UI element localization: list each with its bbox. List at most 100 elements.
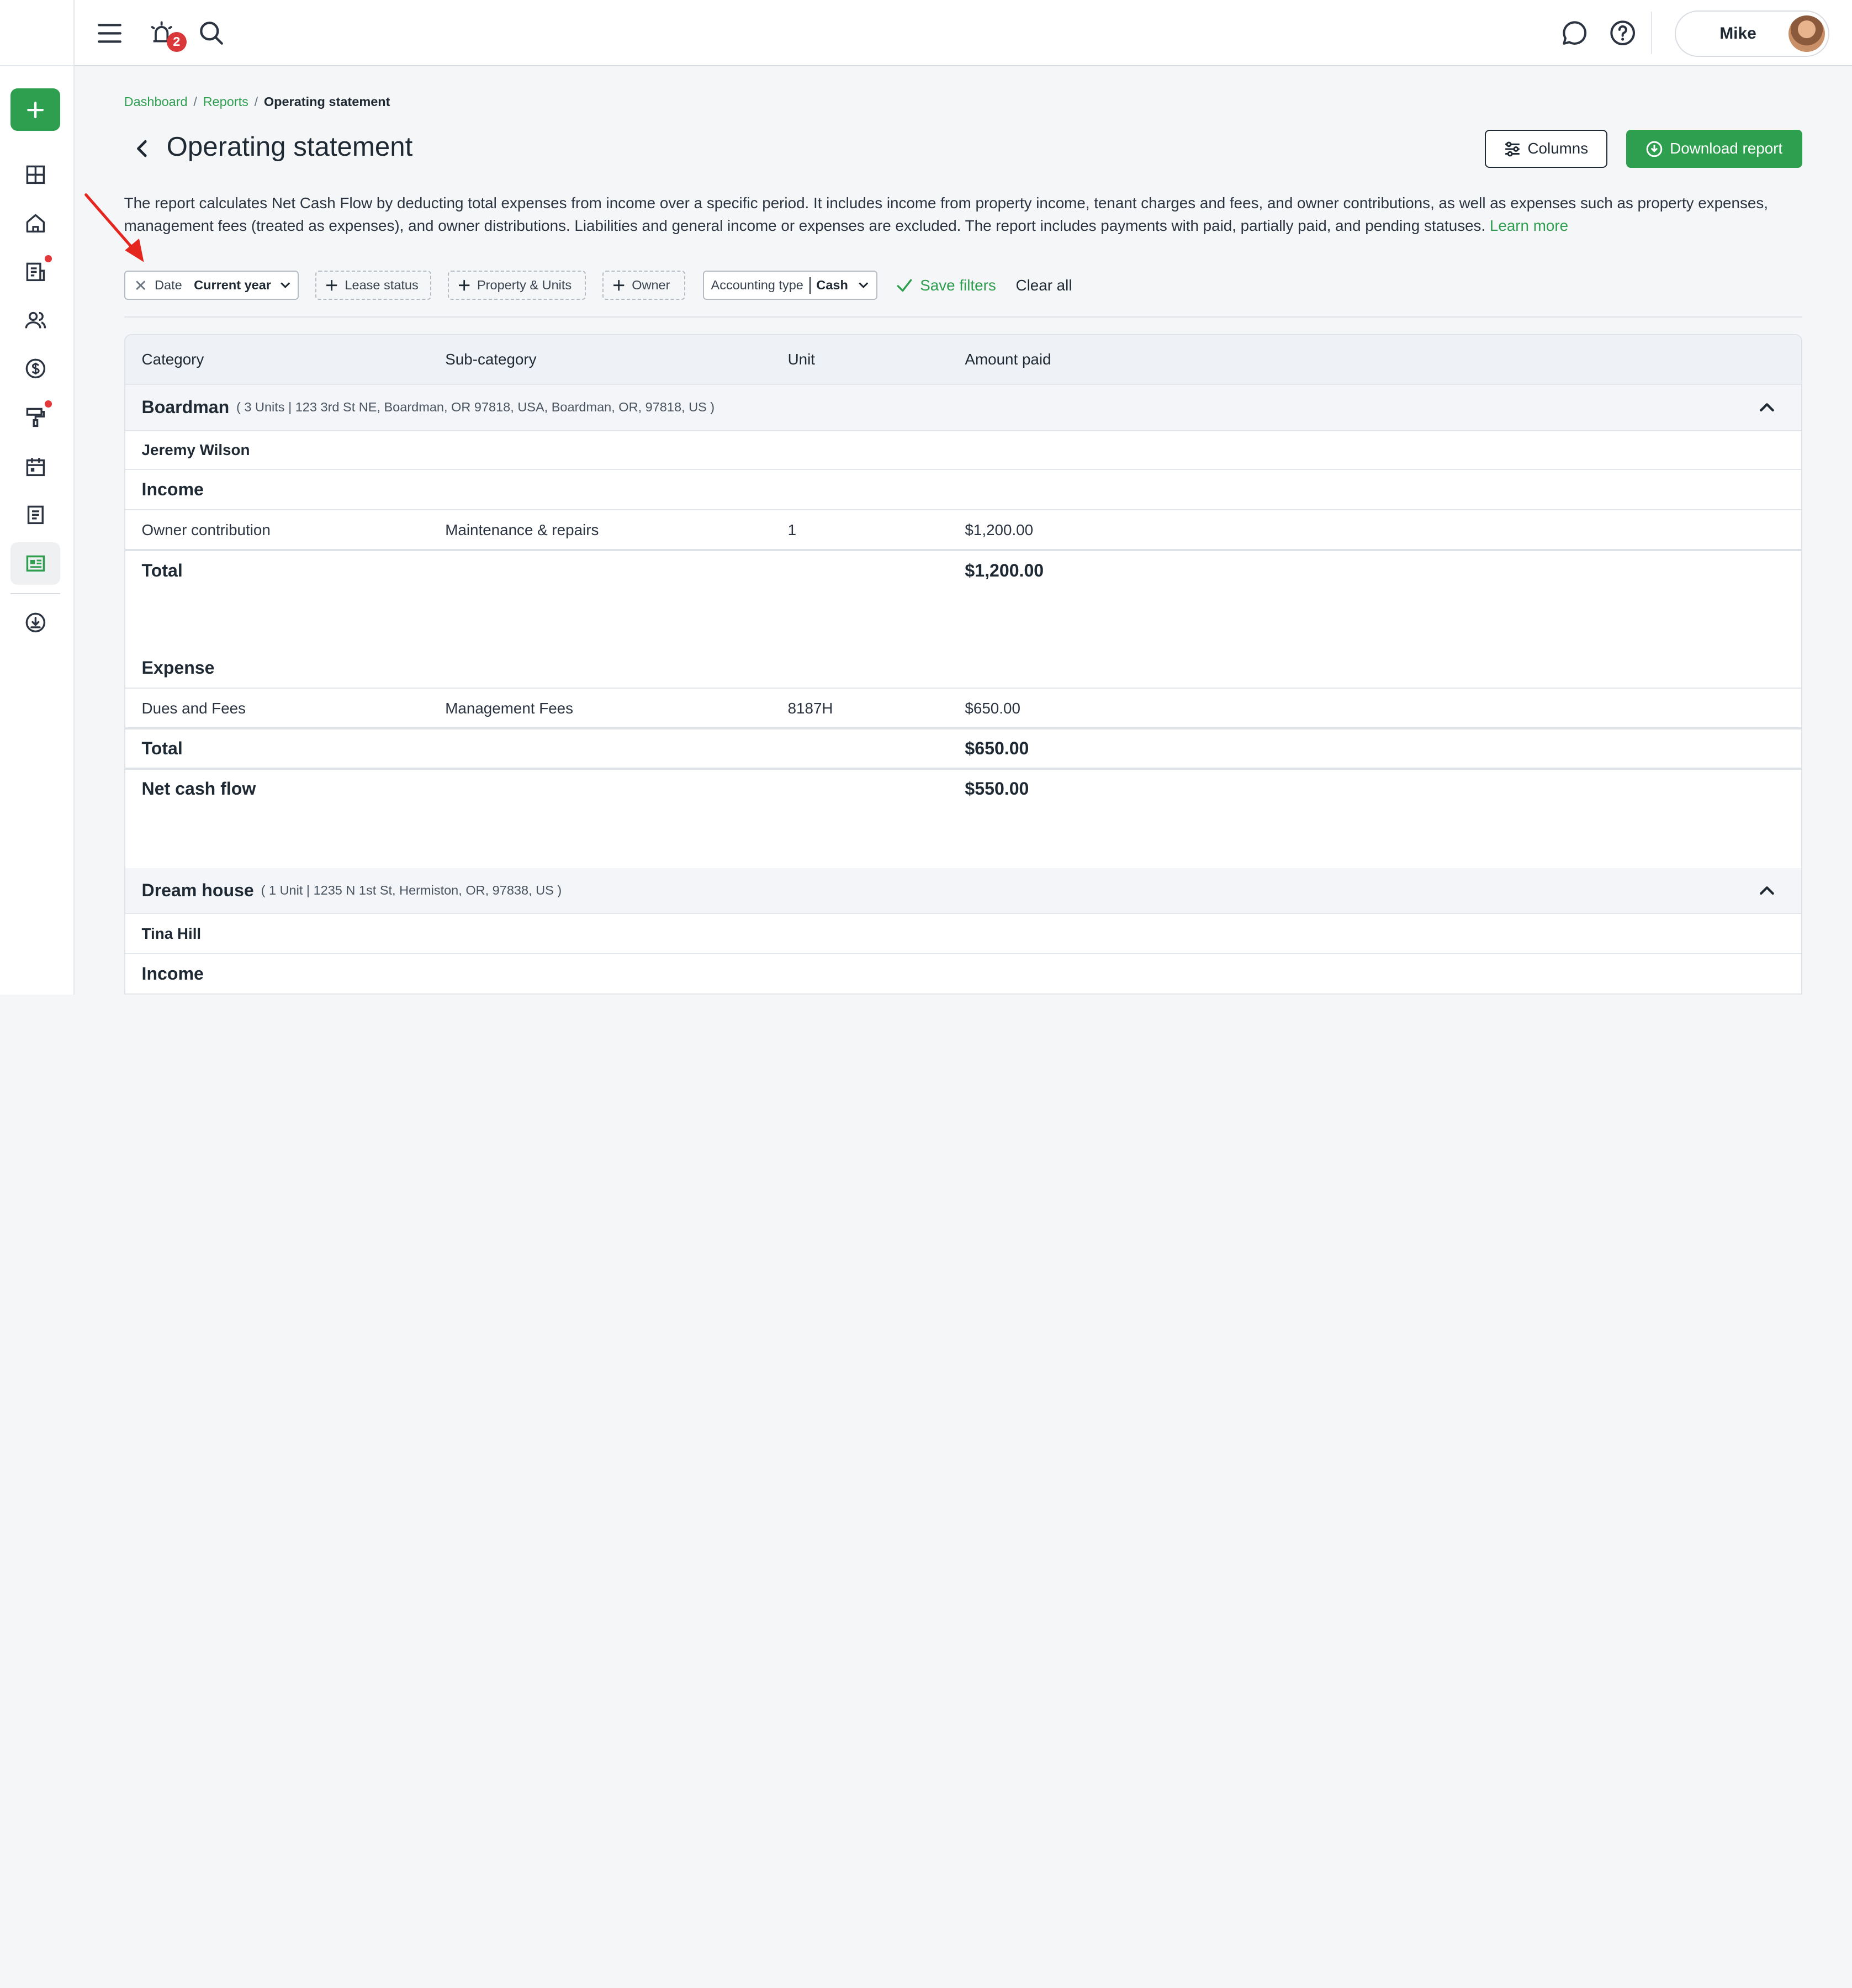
owner-filter-button[interactable]: Owner: [602, 270, 685, 300]
lease-status-filter-button[interactable]: Lease status: [315, 270, 431, 300]
total-label: Total: [141, 738, 183, 759]
add-new-button[interactable]: [10, 88, 61, 131]
columns-button[interactable]: Columns: [1484, 130, 1608, 168]
total-amount: $1,200.00: [965, 561, 1044, 581]
topbar-divider: [1651, 12, 1653, 55]
income-section-label: Income: [141, 479, 204, 500]
download-report-button[interactable]: Download report: [1626, 130, 1803, 168]
collapse-button[interactable]: [1759, 385, 1775, 430]
row-unit: 8187H: [787, 700, 833, 717]
calendar-icon: [26, 457, 45, 476]
property-meta: ( 3 Units | 123 3rd St NE, Boardman, OR …: [236, 400, 715, 415]
menu-button[interactable]: [96, 19, 124, 47]
lease-status-label: Lease status: [345, 278, 419, 293]
owner-label: Owner: [632, 278, 670, 293]
sidebar-item-accounting[interactable]: [10, 347, 60, 390]
net-cash-flow-amount: $550.00: [965, 779, 1029, 799]
dollar-circle-icon: [25, 358, 45, 379]
sidebar-item-reports[interactable]: [10, 542, 61, 585]
table-row: Dues and Fees Management Fees 8187H $650…: [125, 689, 1801, 729]
report-description: The report calculates Net Cash Flow by d…: [124, 192, 1803, 237]
breadcrumb-current: Operating statement: [263, 94, 390, 109]
close-icon[interactable]: [135, 279, 146, 291]
back-button[interactable]: [129, 136, 155, 162]
property-group-header[interactable]: Dream house ( 1 Unit | 1235 N 1st St, He…: [125, 868, 1801, 914]
section-row: Income: [125, 470, 1801, 510]
owner-name: Jeremy Wilson: [141, 441, 250, 458]
table-row: Owner contribution Maintenance & repairs…: [125, 510, 1801, 551]
app: 2 Mike Dashboard / Reports / Operating state…: [0, 0, 1852, 995]
breadcrumb: Dashboard / Reports / Operating statement: [124, 94, 390, 109]
learn-more-link[interactable]: Learn more: [1490, 217, 1568, 234]
property-group-title: Boardman ( 3 Units | 123 3rd St NE, Boar…: [142, 385, 715, 430]
help-button[interactable]: [1607, 18, 1638, 49]
sidebar-divider: [10, 593, 61, 594]
messages-button[interactable]: [1559, 18, 1590, 49]
table-header: Category Sub-category Unit Amount paid: [125, 335, 1801, 385]
sidebar-item-leases[interactable]: [10, 250, 60, 293]
property-meta: ( 1 Unit | 1235 N 1st St, Hermiston, OR,…: [261, 883, 562, 898]
filter-bar: Date Current year Lease status Property …: [124, 270, 1803, 300]
building-doc-icon: [26, 262, 45, 281]
page-title: Operating statement: [166, 131, 413, 162]
title-row: Operating statement Columns Download rep…: [124, 129, 1803, 169]
section-row: Income: [125, 954, 1801, 995]
column-header-category: Category: [141, 351, 204, 368]
report-icon: [26, 555, 45, 572]
chevron-down-icon: [859, 282, 869, 288]
columns-label: Columns: [1527, 140, 1589, 157]
report-table: Category Sub-category Unit Amount paid B…: [124, 334, 1803, 995]
people-icon: [25, 312, 46, 329]
user-menu-button[interactable]: Mike: [1675, 10, 1830, 57]
breadcrumb-separator: /: [254, 94, 258, 109]
row-category: Owner contribution: [141, 521, 271, 539]
property-group-header[interactable]: Boardman ( 3 Units | 123 3rd St NE, Boar…: [125, 385, 1801, 431]
chat-bubble-icon: [1562, 21, 1586, 45]
section-row: Expense: [125, 648, 1801, 689]
grid-icon: [26, 165, 45, 184]
accounting-type-value: Cash: [816, 278, 848, 293]
sidebar-item-contacts[interactable]: [10, 299, 60, 341]
date-filter-label: Date: [155, 278, 182, 293]
chevron-up-icon: [1759, 886, 1774, 895]
avatar: [1788, 15, 1825, 52]
date-filter-chip[interactable]: Date Current year: [124, 270, 299, 300]
paint-roller-icon: [26, 408, 45, 427]
row-amount: $650.00: [965, 700, 1020, 717]
save-filters-label: Save filters: [920, 276, 996, 294]
chevron-left-icon: [136, 140, 147, 157]
sidebar-item-maintenance[interactable]: [10, 396, 60, 438]
plus-icon: [326, 279, 337, 291]
income-total-row: Total $1,200.00: [125, 549, 1801, 590]
chip-divider: [809, 277, 811, 294]
sidebar-item-downloads[interactable]: [10, 601, 60, 644]
save-filters-button[interactable]: Save filters: [896, 271, 996, 300]
filters-divider: [124, 316, 1803, 318]
chevron-down-icon: [281, 282, 290, 288]
hamburger-icon: [98, 23, 122, 43]
notification-count-badge: 2: [166, 31, 187, 52]
breadcrumb-separator: /: [193, 94, 197, 109]
row-unit: 1: [787, 521, 797, 539]
sidebar-item-dashboard[interactable]: [10, 154, 60, 196]
sidebar-item-properties[interactable]: [10, 202, 60, 245]
clear-all-button[interactable]: Clear all: [1016, 271, 1072, 300]
cloud-download-icon: [25, 612, 45, 632]
net-cash-flow-label: Net cash flow: [141, 779, 256, 799]
row-amount: $1,200.00: [965, 521, 1034, 539]
row-category: Dues and Fees: [141, 700, 246, 717]
accounting-type-filter-chip[interactable]: Accounting type Cash: [702, 270, 878, 300]
income-section-label: Income: [141, 964, 204, 984]
expense-section-label: Expense: [141, 658, 215, 678]
breadcrumb-reports[interactable]: Reports: [203, 94, 248, 109]
sliders-icon: [1505, 141, 1520, 156]
breadcrumb-dashboard[interactable]: Dashboard: [124, 94, 188, 109]
document-icon: [27, 505, 44, 525]
property-units-filter-button[interactable]: Property & Units: [447, 270, 586, 300]
collapse-button[interactable]: [1759, 868, 1775, 913]
sidebar-item-documents[interactable]: [10, 494, 60, 536]
column-header-subcategory: Sub-category: [445, 351, 537, 368]
search-button[interactable]: [197, 19, 225, 47]
sidebar-item-calendar[interactable]: [10, 445, 60, 488]
date-filter-value: Current year: [194, 278, 271, 293]
